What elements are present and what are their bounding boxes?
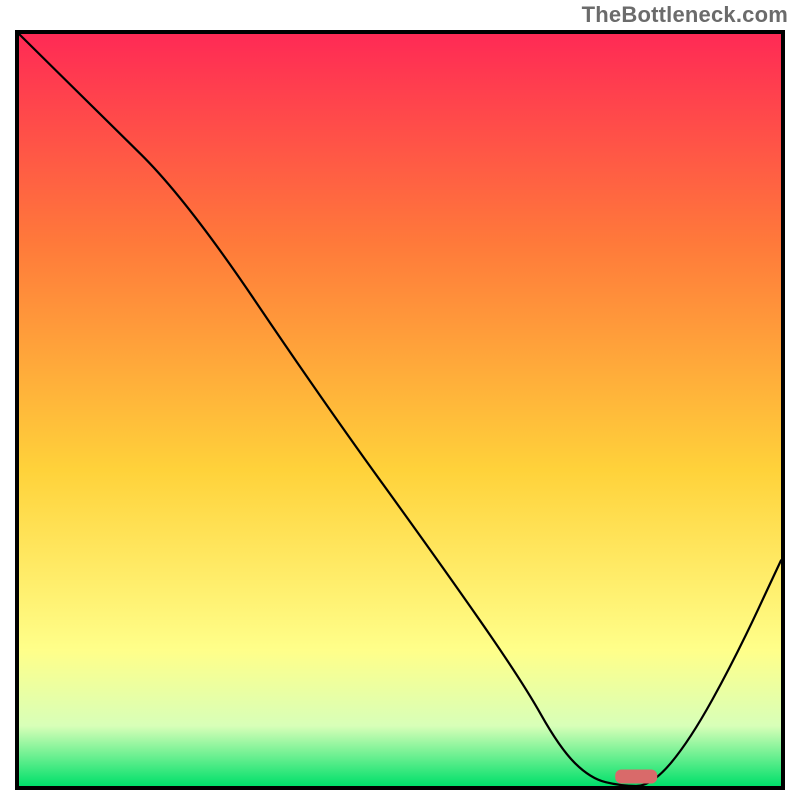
watermark-text: TheBottleneck.com xyxy=(582,2,788,28)
optimal-marker xyxy=(615,769,657,783)
plot-svg xyxy=(19,34,781,786)
chart-stage: TheBottleneck.com xyxy=(0,0,800,800)
plot-frame xyxy=(15,30,785,790)
